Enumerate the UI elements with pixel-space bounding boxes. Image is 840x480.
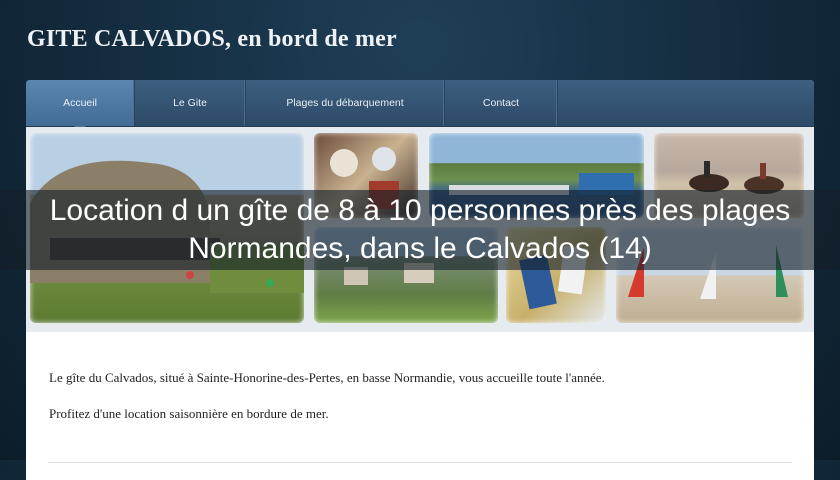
nav-item-le-gite[interactable]: Le Gite [135, 80, 246, 126]
site-title[interactable]: GITE CALVADOS, en bord de mer [27, 26, 397, 53]
page-container: Accueil Le Gite Plages du débarquement C… [26, 80, 814, 480]
caption-overlay: Location d un gîte de 8 à 10 personnes p… [0, 190, 840, 270]
intro-content: Le gîte du Calvados, situé à Sainte-Hono… [26, 332, 814, 480]
location-paragraph: Profitez d'une location saisonnière en b… [49, 406, 329, 421]
main-nav: Accueil Le Gite Plages du débarquement C… [26, 80, 814, 132]
intro-paragraph: Le gîte du Calvados, situé à Sainte-Hono… [49, 370, 605, 385]
content-divider [49, 462, 791, 463]
nav-item-accueil[interactable]: Accueil [26, 80, 135, 126]
nav-item-plages[interactable]: Plages du débarquement [246, 80, 445, 126]
caption-text: Location d un gîte de 8 à 10 personnes p… [49, 194, 791, 265]
nav-item-contact[interactable]: Contact [445, 80, 558, 126]
